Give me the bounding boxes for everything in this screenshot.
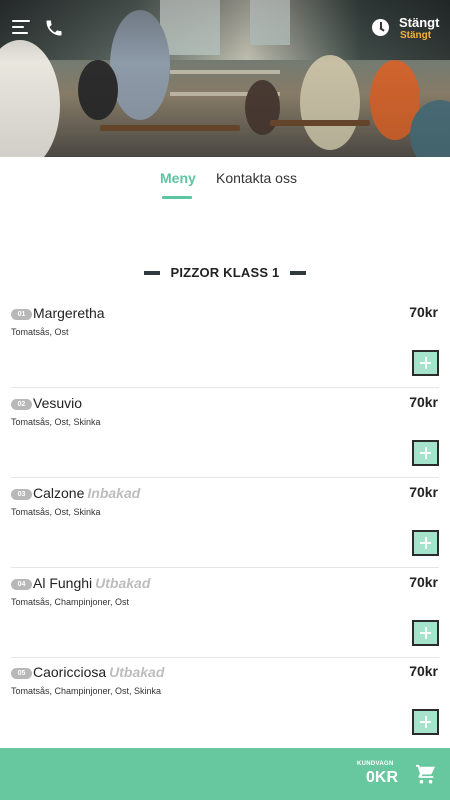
add-to-cart-button[interactable] (412, 709, 439, 735)
add-to-cart-button[interactable] (412, 620, 439, 646)
item-tag: Utbakad (95, 575, 151, 591)
menu-item: 05 Caoricciosa Utbakad 70kr Tomatsås, Cha… (11, 659, 439, 747)
item-price: 70kr (409, 484, 438, 500)
menu-item: 01 Margeretha 70kr Tomatsås, Ost (11, 300, 439, 388)
hero-image: Stängt Stängt (0, 0, 450, 157)
menu-item: 02 Vesuvio 70kr Tomatsås, Ost, Skinka (11, 390, 439, 478)
item-ingredients: Tomatsås, Champinjoner, Ost (11, 597, 130, 607)
item-ingredients: Tomatsås, Ost, Skinka (11, 417, 101, 427)
cart-bar[interactable]: KUNDVAGN 0KR (0, 748, 450, 800)
item-ingredients: Tomatsås, Champinjoner, Ost, Skinka (11, 686, 162, 696)
add-to-cart-button[interactable] (412, 350, 439, 376)
item-name: Vesuvio (33, 395, 85, 411)
item-name: Margeretha (33, 305, 108, 321)
item-name-text: Calzone (33, 485, 85, 501)
item-name: Calzone Inbakad (33, 485, 140, 501)
item-divider (11, 387, 439, 388)
item-tag: Utbakad (109, 664, 165, 680)
item-name-text: Al Funghi (33, 575, 93, 591)
item-ingredients: Tomatsås, Ost, Skinka (11, 507, 101, 517)
item-price: 70kr (409, 394, 438, 410)
tab-menu[interactable]: Meny (160, 170, 196, 186)
tab-contact[interactable]: Kontakta oss (216, 170, 297, 186)
item-name: Al Funghi Utbakad (33, 575, 150, 591)
item-number: 03 (11, 489, 32, 500)
clock-icon (372, 19, 389, 36)
section-title: PIZZOR KLASS 1 (170, 265, 280, 280)
item-price: 70kr (409, 663, 438, 679)
item-number: 04 (11, 579, 32, 590)
item-divider (11, 567, 439, 568)
item-ingredients: Tomatsås, Ost (11, 327, 69, 337)
phone-icon[interactable] (44, 18, 64, 38)
item-number: 05 (11, 668, 32, 679)
item-tag: Inbakad (87, 485, 141, 501)
active-tab-indicator (162, 196, 192, 199)
menu-icon[interactable] (12, 20, 30, 36)
item-divider (11, 657, 439, 658)
item-number: 01 (11, 309, 32, 320)
menu-item: 04 Al Funghi Utbakad 70kr Tomatsås, Champ… (11, 570, 439, 658)
cart-label: KUNDVAGN (357, 761, 394, 767)
item-name-text: Margeretha (33, 305, 105, 321)
add-to-cart-button[interactable] (412, 440, 439, 466)
item-divider (11, 477, 439, 478)
status-title: Stängt (399, 15, 440, 30)
menu-item: 03 Calzone Inbakad 70kr Tomatsås, Ost, Sk… (11, 480, 439, 568)
heading-bar-left (144, 271, 160, 275)
item-name-text: Vesuvio (33, 395, 83, 411)
heading-bar-right (290, 271, 306, 275)
section-heading: PIZZOR KLASS 1 (0, 264, 450, 284)
item-price: 70kr (409, 574, 438, 590)
tab-bar: Meny Kontakta oss (0, 170, 450, 202)
item-price: 70kr (409, 304, 438, 320)
status-subtitle: Stängt (400, 30, 432, 41)
item-number: 02 (11, 399, 32, 410)
add-to-cart-button[interactable] (412, 530, 439, 556)
item-name-text: Caoricciosa (33, 664, 107, 680)
cart-icon[interactable] (415, 764, 437, 784)
item-name: Caoricciosa Utbakad (33, 664, 164, 680)
cart-total: 0KR (366, 769, 399, 786)
